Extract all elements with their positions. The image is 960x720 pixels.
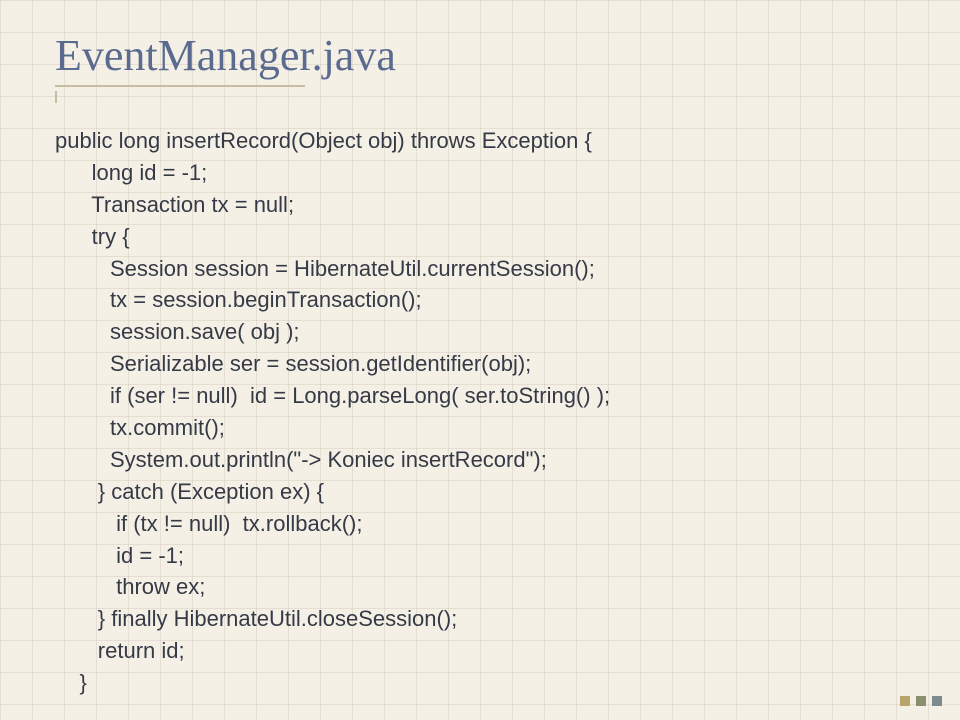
code-block: public long insertRecord(Object obj) thr…	[55, 125, 905, 699]
dot-icon	[900, 696, 910, 706]
decorative-dots	[900, 696, 942, 706]
dot-icon	[932, 696, 942, 706]
title-underline	[55, 85, 305, 87]
slide-title: EventManager.java	[55, 30, 905, 81]
slide-content: EventManager.java public long insertReco…	[0, 0, 960, 719]
dot-icon	[916, 696, 926, 706]
